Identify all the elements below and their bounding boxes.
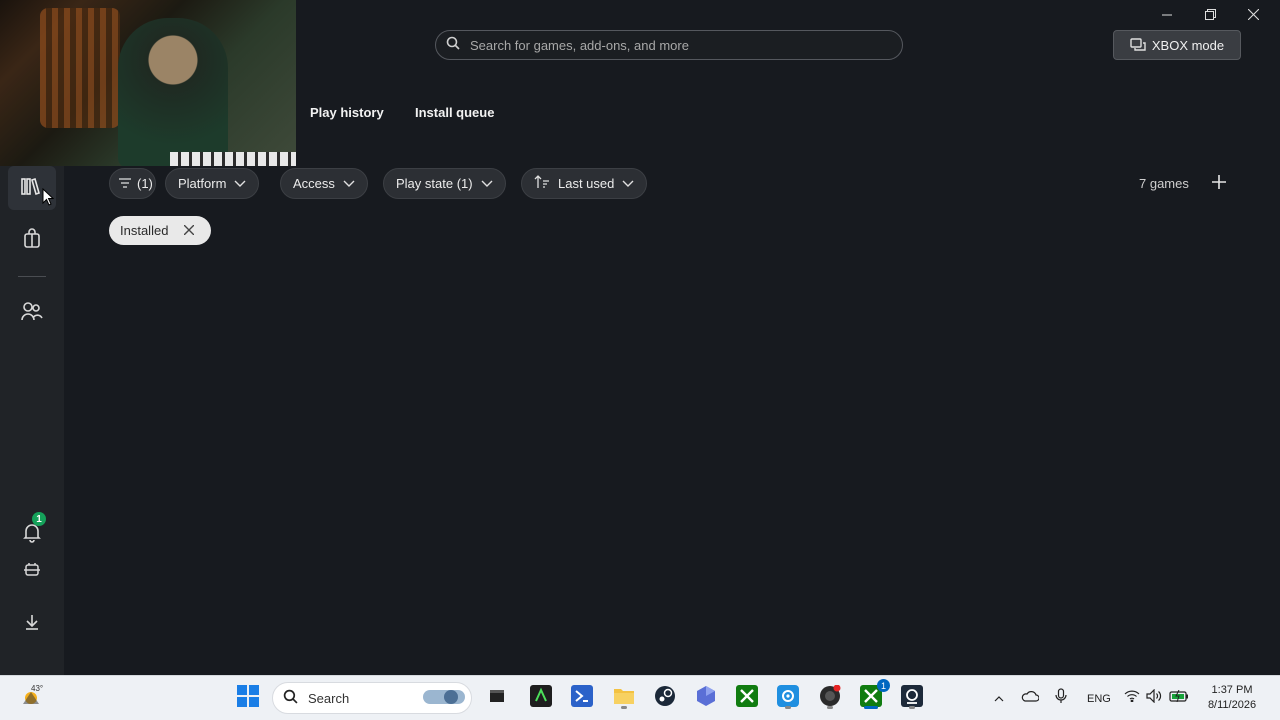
minimize-icon bbox=[1162, 7, 1172, 25]
search-icon bbox=[446, 36, 460, 55]
clock[interactable]: 1:37 PM 8/11/2026 bbox=[1200, 683, 1264, 713]
taskbar-app-steam[interactable] bbox=[652, 685, 678, 711]
taskbar-search[interactable]: Search bbox=[272, 682, 472, 714]
access-label: Access bbox=[293, 176, 335, 191]
chevron-up-icon bbox=[994, 689, 1004, 707]
webcam-person bbox=[118, 18, 228, 166]
remove-filter-icon[interactable] bbox=[183, 223, 195, 238]
games-count: 7 games bbox=[1139, 176, 1189, 191]
notification-badge: 1 bbox=[32, 512, 46, 526]
play-state-dropdown[interactable]: Play state (1) bbox=[383, 168, 506, 199]
battery-charging-icon bbox=[1169, 689, 1189, 707]
full-screen-icon bbox=[1130, 37, 1146, 54]
wifi-icon bbox=[1124, 689, 1140, 707]
taskbar-app-camera[interactable] bbox=[899, 684, 925, 711]
filter-icon bbox=[118, 176, 132, 191]
xbox-mode-button[interactable]: XBOX mode bbox=[1113, 30, 1241, 60]
running-indicator bbox=[621, 706, 627, 709]
taskbar-app-terminal[interactable] bbox=[528, 684, 554, 712]
clock-date: 8/11/2026 bbox=[1207, 699, 1257, 711]
access-dropdown[interactable]: Access bbox=[280, 168, 368, 199]
chevron-down-icon bbox=[343, 176, 355, 191]
taskbar-app-settings[interactable] bbox=[775, 684, 801, 711]
taskbar-app-powershell[interactable] bbox=[569, 684, 595, 712]
running-indicator bbox=[827, 706, 833, 709]
webcam-overlay bbox=[0, 0, 296, 166]
cloud-icon bbox=[1021, 689, 1040, 707]
filter-count: (1) bbox=[137, 176, 153, 191]
taskbar-app-obs[interactable] bbox=[817, 684, 843, 711]
webcam-background-curtain bbox=[40, 8, 120, 128]
taskbar-app-xbox[interactable] bbox=[734, 684, 760, 712]
tab-install-queue[interactable]: Install queue bbox=[415, 105, 494, 120]
shopping-bag-icon bbox=[22, 227, 42, 254]
store-button[interactable] bbox=[8, 218, 56, 262]
sort-icon bbox=[534, 175, 550, 192]
battery-tray[interactable] bbox=[1168, 685, 1190, 711]
search-highlight-icon bbox=[421, 686, 467, 711]
chevron-down-icon bbox=[234, 176, 246, 191]
queue-button[interactable] bbox=[8, 550, 56, 594]
steam-icon bbox=[654, 685, 676, 712]
search-input[interactable] bbox=[470, 37, 870, 53]
task-view-icon bbox=[488, 687, 506, 710]
library-icon bbox=[20, 175, 44, 202]
windows-logo-icon bbox=[237, 684, 259, 712]
volume-tray[interactable] bbox=[1144, 685, 1164, 711]
chevron-down-icon bbox=[622, 176, 634, 191]
start-button[interactable] bbox=[235, 684, 261, 712]
sort-label: Last used bbox=[558, 176, 615, 191]
platform-dropdown[interactable]: Platform bbox=[165, 168, 260, 199]
active-filter-label: Installed bbox=[120, 223, 169, 238]
tab-play-history[interactable]: Play history bbox=[310, 105, 384, 120]
friends-icon bbox=[20, 300, 44, 327]
speaker-icon bbox=[1146, 688, 1162, 708]
plus-icon bbox=[1212, 174, 1226, 194]
microphone-tray[interactable] bbox=[1050, 685, 1072, 711]
microphone-icon bbox=[1055, 687, 1067, 709]
chevron-down-icon bbox=[481, 176, 493, 191]
social-button[interactable] bbox=[8, 291, 56, 335]
platform-label: Platform bbox=[178, 176, 227, 191]
add-game-button[interactable] bbox=[1206, 171, 1232, 197]
weather-temperature: 43° bbox=[31, 684, 44, 693]
taskbar-app-unity[interactable] bbox=[693, 685, 719, 711]
xbox-mode-label: XBOX mode bbox=[1151, 37, 1225, 53]
taskbar-search-label: Search bbox=[308, 690, 350, 706]
taskbar-app-file-explorer[interactable] bbox=[611, 685, 637, 711]
minimize-button[interactable] bbox=[1147, 4, 1187, 28]
show-hidden-icons-button[interactable] bbox=[989, 685, 1009, 711]
mouse-cursor-icon bbox=[42, 187, 55, 211]
running-indicator bbox=[909, 706, 915, 709]
rail-divider bbox=[18, 276, 46, 277]
clock-time: 1:37 PM bbox=[1211, 684, 1253, 696]
close-button[interactable] bbox=[1233, 4, 1273, 28]
restore-button[interactable] bbox=[1190, 4, 1230, 28]
webcam-keyboard bbox=[170, 152, 296, 166]
downloads-button[interactable] bbox=[8, 602, 56, 646]
taskbar-app-xbox-active[interactable]: 1 bbox=[858, 679, 890, 711]
search-icon bbox=[283, 689, 298, 707]
cube-app-icon bbox=[696, 685, 716, 712]
sort-dropdown[interactable]: Last used bbox=[521, 168, 648, 199]
task-view-button[interactable] bbox=[484, 685, 510, 711]
active-indicator bbox=[864, 706, 878, 709]
filter-button[interactable]: (1) bbox=[109, 168, 156, 199]
powershell-icon bbox=[571, 684, 593, 712]
taskbar: 43° Search 1 ENG 1:37 PM 8/11/2026 bbox=[0, 675, 1280, 720]
controller-queue-icon bbox=[23, 561, 41, 584]
download-icon bbox=[24, 613, 40, 636]
xbox-app-icon bbox=[736, 684, 758, 712]
active-filter-chip[interactable]: Installed bbox=[109, 216, 211, 245]
xbox-app-badge: 1 bbox=[877, 679, 890, 692]
running-indicator bbox=[785, 706, 791, 709]
wifi-tray[interactable] bbox=[1122, 685, 1142, 711]
play-state-label: Play state (1) bbox=[396, 176, 473, 191]
search-bar[interactable] bbox=[435, 30, 903, 60]
close-icon bbox=[1247, 7, 1259, 25]
terminal-app-icon bbox=[530, 684, 552, 712]
restore-icon bbox=[1204, 7, 1216, 25]
language-indicator[interactable]: ENG bbox=[1087, 693, 1111, 705]
onedrive-tray[interactable] bbox=[1019, 685, 1041, 711]
